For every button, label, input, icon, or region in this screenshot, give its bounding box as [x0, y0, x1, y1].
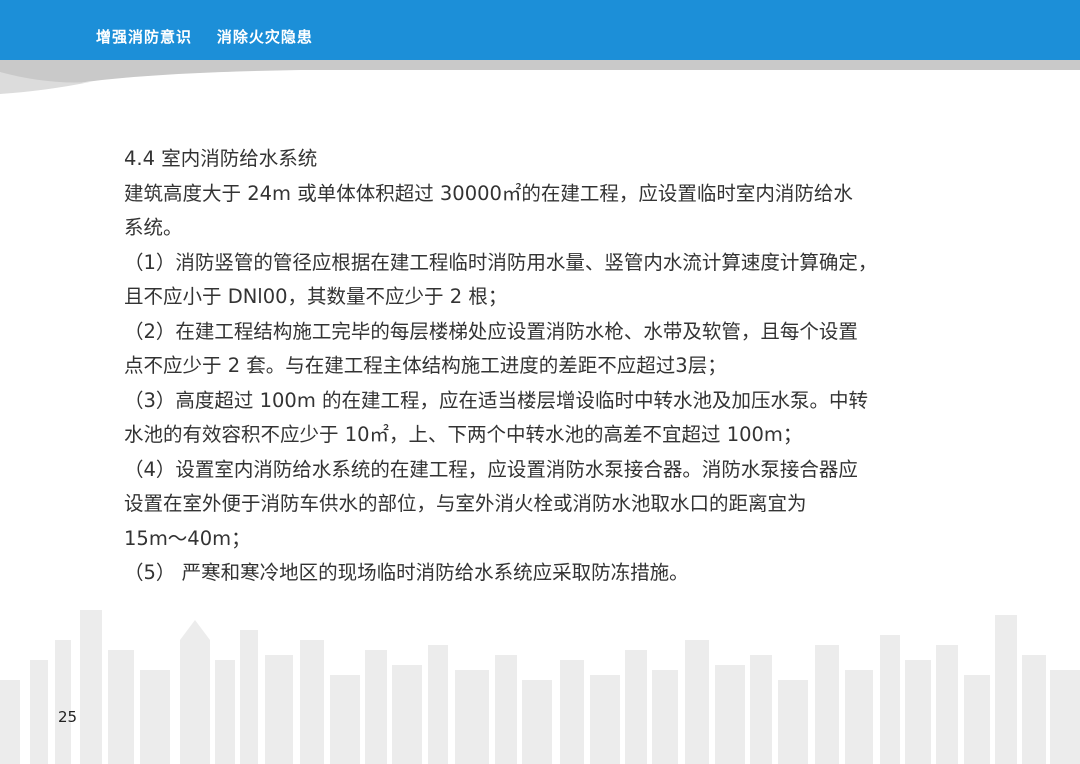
- text-line: （4）设置室内消防给水系统的在建工程，应设置消防水泵接合器。消防水泵接合器应: [124, 457, 858, 481]
- text-line: （3）高度超过 100m 的在建工程，应在适当楼层增设临时中转水池及加压水泵。中…: [124, 388, 869, 412]
- city-skyline-background: [0, 610, 1080, 764]
- section-heading: 4.4 室内消防给水系统: [124, 147, 318, 170]
- text-line: （1）消防竖管的管径应根据在建工程临时消防用水量、竖管内水流计算速度计算确定，: [124, 250, 878, 274]
- text-line: 系统。: [124, 216, 183, 239]
- text-line: （5） 严寒和寒冷地区的现场临时消防给水系统应采取防冻措施。: [124, 561, 689, 584]
- text-line: （2）在建工程结构施工完毕的每层楼梯处应设置消防水枪、水带及软管，且每个设置: [124, 319, 858, 343]
- document-body: 4.4 室内消防给水系统 建筑高度大于 24m 或单体体积超过 30000㎡的在…: [124, 142, 944, 591]
- text-line: 设置在室外便于消防车供水的部位，与室外消火栓或消防水池取水口的距离宜为: [124, 492, 807, 515]
- text-line: 水池的有效容积不应少于 10㎡，上、下两个中转水池的高差不宜超过 100m；: [124, 423, 803, 446]
- text-line: 点不应少于 2 套。与在建工程主体结构施工进度的差距不应超过3层；: [124, 354, 727, 377]
- page-number: 25: [58, 708, 78, 726]
- header-swoosh: [0, 60, 1080, 94]
- text-line: 且不应小于 DNl00，其数量不应少于 2 根；: [124, 285, 508, 308]
- header-bar: 增强消防意识 消除火灾隐患: [0, 0, 1080, 60]
- text-line: 15m～40m；: [124, 526, 251, 550]
- header-title: 增强消防意识 消除火灾隐患: [96, 28, 313, 46]
- text-line: 建筑高度大于 24m 或单体体积超过 30000㎡的在建工程，应设置临时室内消防…: [124, 181, 853, 205]
